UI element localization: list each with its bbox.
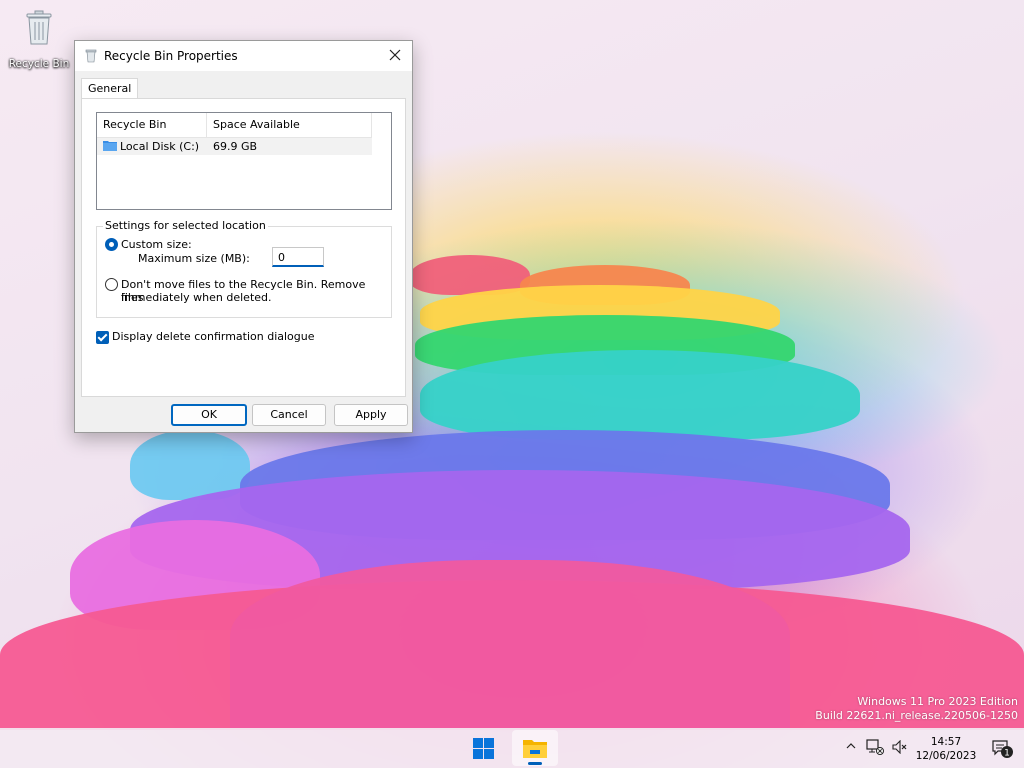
watermark-line2: Build 22621.ni_release.220506-1250 [815, 709, 1018, 722]
recycle-bin-properties-dialog: Recycle Bin Properties General Recycle B… [74, 40, 413, 433]
recycle-bin-small-icon [85, 49, 97, 66]
list-header: Recycle Bin Location Space Available [97, 113, 372, 155]
recycle-bin-icon [25, 10, 53, 46]
close-icon[interactable] [386, 46, 404, 64]
location-list[interactable]: Recycle Bin Location Space Available Loc… [96, 112, 392, 210]
custom-size-radio[interactable] [105, 238, 118, 251]
location-name: Local Disk (C:) [120, 140, 200, 153]
custom-size-label[interactable]: Custom size: [121, 238, 192, 251]
dialog-title: Recycle Bin Properties [104, 49, 238, 63]
ok-button[interactable]: OK [171, 404, 247, 426]
max-size-label: Maximum size (MB): [138, 252, 250, 265]
folder-icon [103, 140, 117, 151]
tab-general[interactable]: General [81, 78, 139, 100]
settings-group: Settings for selected location Custom si… [96, 219, 392, 318]
list-item[interactable]: Local Disk (C:) 69.9 GB [97, 138, 372, 155]
column-header-location[interactable]: Recycle Bin Location [97, 113, 207, 155]
general-tab-panel: Recycle Bin Location Space Available Loc… [81, 98, 406, 397]
notification-count: 1 [1004, 749, 1010, 759]
settings-legend: Settings for selected location [103, 219, 268, 232]
volume-muted-icon[interactable] [892, 739, 908, 757]
system-clock[interactable]: 14:57 12/06/2023 [915, 735, 977, 763]
title-bar[interactable]: Recycle Bin Properties [75, 41, 412, 71]
recycle-bin-desktop-icon[interactable]: Recycle Bin [6, 10, 72, 70]
clock-date: 12/06/2023 [915, 750, 977, 762]
dont-move-radio[interactable] [105, 278, 118, 291]
space-available: 69.9 GB [213, 140, 258, 153]
file-explorer-icon [523, 738, 547, 761]
network-icon[interactable] [866, 739, 884, 758]
cancel-button[interactable]: Cancel [252, 404, 326, 426]
windows-start-icon[interactable] [473, 738, 494, 759]
apply-button[interactable]: Apply [334, 404, 408, 426]
file-explorer-taskbar-button[interactable] [512, 730, 558, 766]
watermark-line1: Windows 11 Pro 2023 Edition [857, 695, 1018, 708]
clock-time: 14:57 [930, 736, 962, 748]
recycle-bin-label: Recycle Bin [8, 58, 70, 70]
taskbar: 14:57 12/06/2023 1 [0, 728, 1024, 768]
column-header-space[interactable]: Space Available [207, 113, 372, 137]
max-size-input[interactable]: 0 [272, 247, 324, 267]
confirm-checkbox[interactable] [96, 331, 109, 344]
dont-move-label-line2[interactable]: immediately when deleted. [121, 291, 272, 304]
notification-icon[interactable]: 1 [992, 739, 1014, 762]
chevron-up-icon[interactable] [845, 740, 857, 755]
windows-watermark: Windows 11 Pro 2023 Edition Build 22621.… [815, 695, 1018, 723]
active-indicator [528, 762, 542, 765]
confirm-label[interactable]: Display delete confirmation dialogue [112, 330, 315, 343]
